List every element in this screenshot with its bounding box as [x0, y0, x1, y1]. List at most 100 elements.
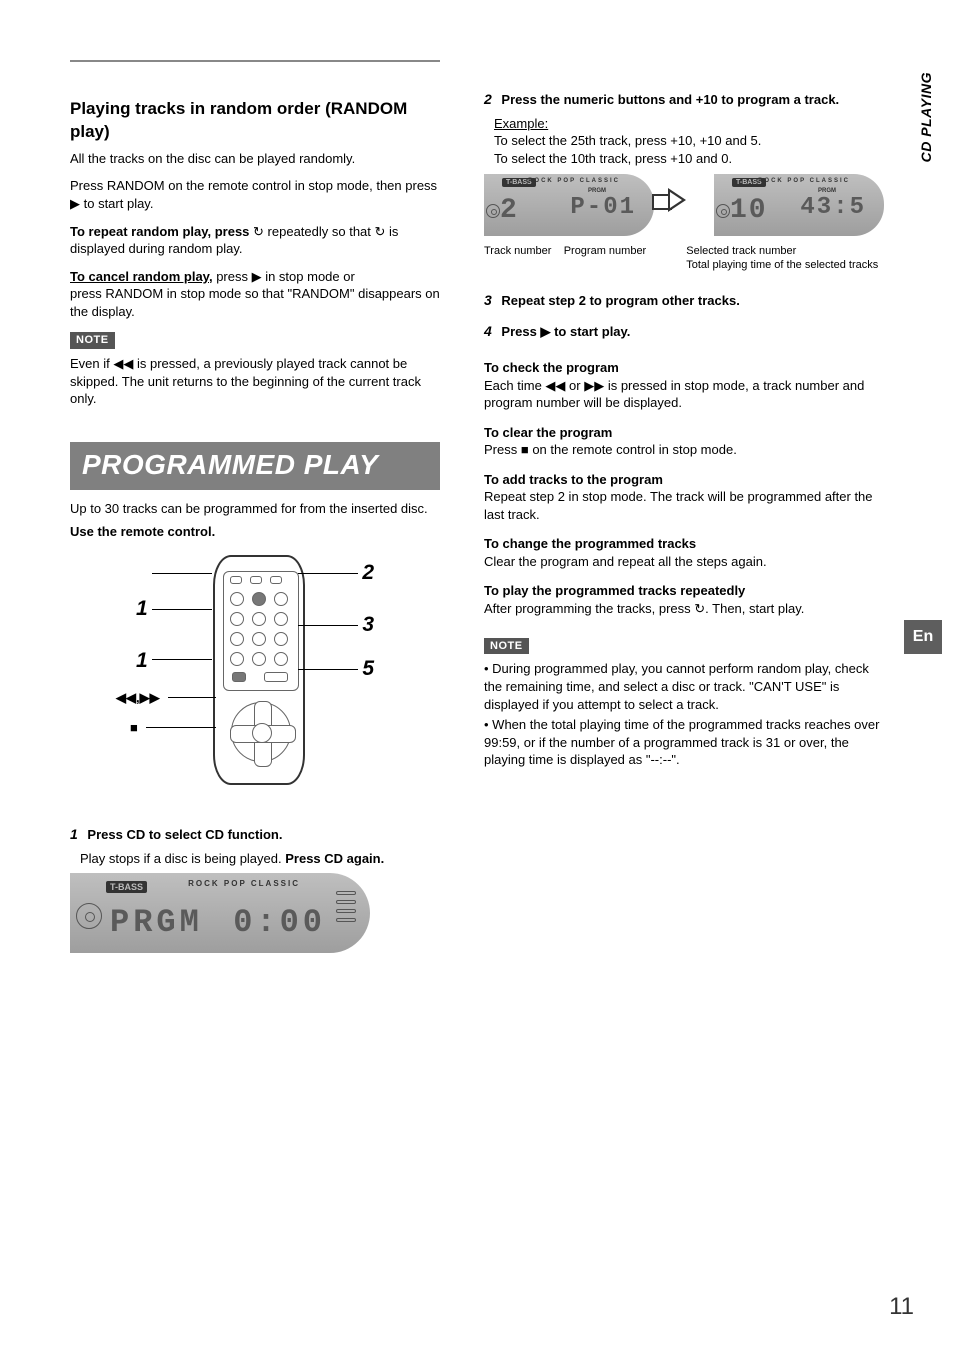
eq-labels: ROCK POP CLASSIC	[528, 177, 620, 185]
remote-num-button	[252, 632, 266, 646]
note-body: Even if ◀◀ is pressed, a previously play…	[70, 355, 448, 408]
callout-lead	[298, 573, 358, 574]
repeat-icon-inline: ↻	[253, 224, 268, 239]
check-title: To check the program	[484, 359, 884, 377]
rewind-icon-inline: ◀◀	[545, 378, 565, 393]
ffwd-icon-inline: ▶▶	[584, 378, 604, 393]
step-1b: Play stops if a disc is being played.	[80, 851, 282, 866]
callout-3: 3	[362, 611, 374, 639]
note2-li2: When the total playing time of the progr…	[484, 717, 879, 767]
page: CD PLAYING En Playing tracks in random o…	[0, 0, 954, 1351]
tbass-indicator: T-BASS	[106, 881, 147, 893]
step-2-text: Press the numeric buttons and +10 to pro…	[501, 92, 839, 107]
lcd-track: 2	[500, 192, 519, 230]
remote-dpad	[231, 702, 291, 762]
eq-labels: ROCK POP CLASSIC	[188, 879, 300, 890]
lcd-row: T-BASS ROCK POP CLASSIC PRGM 2 P-01 T-BA…	[484, 174, 884, 236]
note-label: NOTE	[70, 332, 115, 349]
remote-cd-button	[232, 672, 246, 682]
add-body: Repeat step 2 in stop mode. The track wi…	[484, 488, 884, 523]
random-repeat: To repeat random play, press ↻ repeatedl…	[70, 223, 448, 258]
callout-1b: 1	[136, 647, 148, 675]
repeat-indicator-icon: ↻	[375, 224, 390, 239]
play-icon-inline: ▶	[540, 324, 550, 339]
remote-mode-button	[230, 576, 242, 584]
lcd-small-left: T-BASS ROCK POP CLASSIC PRGM 2 P-01	[484, 174, 654, 236]
note-label: NOTE	[484, 638, 529, 655]
callout-lead	[146, 727, 216, 728]
remote-num-button	[252, 612, 266, 626]
repeat-body: After programming the tracks, press ↻. T…	[484, 600, 884, 618]
disc-icon	[76, 903, 102, 929]
add-title: To add tracks to the program	[484, 471, 884, 489]
random-play-set: Press RANDOM on the remote control in st…	[70, 177, 448, 212]
prog-remote: Use the remote control.	[70, 523, 448, 541]
remote-button-grid	[223, 571, 299, 691]
arrow-wrapper	[664, 190, 704, 220]
lcd-time: 0:00	[233, 901, 326, 944]
lcd-main: PRGM	[110, 901, 203, 944]
callout-lead	[298, 669, 358, 670]
remote-num-button	[274, 612, 288, 626]
caption-left: Track number Program number	[484, 244, 646, 274]
callout-2: 2	[362, 559, 374, 587]
remote-num-button	[252, 652, 266, 666]
lcd-captions: Track number Program number Selected tra…	[484, 244, 884, 274]
change-body: Clear the program and repeat all the ste…	[484, 553, 884, 571]
remote-body	[213, 555, 305, 785]
remote-illustration: 2 1 3 1 5 ◀◀,▶▶ ■	[70, 555, 448, 815]
remote-play-button	[252, 723, 272, 743]
stop-icon-inline: ■	[521, 442, 529, 457]
note-block: NOTE	[70, 330, 448, 349]
step-1-sub: Play stops if a disc is being played. Pr…	[70, 850, 448, 868]
rewind-icon-inline: ◀◀	[113, 356, 133, 371]
cap-l2: Selected track number	[686, 245, 796, 257]
lcd-prognum: P-01	[570, 192, 636, 224]
random-cancel-body2: press RANDOM in stop mode so that "RANDO…	[70, 286, 440, 319]
section-tab: CD PLAYING	[917, 72, 936, 162]
cap-l1: Track number	[484, 245, 551, 257]
note2: NOTE	[484, 636, 884, 655]
lcd-bars	[336, 891, 356, 927]
two-column-layout: Playing tracks in random order (RANDOM p…	[70, 90, 884, 953]
disc-icon	[486, 204, 500, 218]
lcd-totaltime: 43:5	[800, 192, 866, 224]
random-cancel-body: press ▶ in stop mode or	[216, 269, 355, 284]
random-cancel: To cancel random play, press ▶ in stop m…	[70, 268, 448, 321]
cap-r1: Program number	[564, 245, 647, 257]
remote-num-button	[274, 632, 288, 646]
remote-num-button	[274, 592, 288, 606]
callout-stop-icon: ■	[130, 719, 138, 737]
callout-lead	[152, 609, 212, 610]
step-num: 3	[484, 292, 492, 308]
disc-icon	[716, 204, 730, 218]
random-repeat-body1: repeatedly so that	[268, 224, 371, 239]
remote-num-button	[274, 652, 288, 666]
step-num: 2	[484, 91, 492, 107]
step-3: 3 Repeat step 2 to program other tracks.	[484, 291, 884, 310]
prog-intro: Up to 30 tracks can be programmed for fr…	[70, 500, 448, 518]
remote-mode-button	[270, 576, 282, 584]
lcd-track: 10	[730, 192, 768, 230]
step-2-example: Example: To select the 25th track, press…	[484, 115, 884, 168]
check-body: Each time ◀◀ or ▶▶ is pressed in stop mo…	[484, 377, 884, 412]
random-set-tail: to start play.	[84, 196, 154, 211]
callout-lead	[152, 659, 212, 660]
random-cancel-lead: To cancel random play,	[70, 269, 213, 284]
lcd-prgm: T-BASS ROCK POP CLASSIC PRGM 0:00	[70, 873, 370, 953]
step-num: 4	[484, 323, 492, 339]
remote-num-button	[230, 612, 244, 626]
callout-lead	[168, 697, 216, 698]
step-1-text: Press CD to select CD function.	[87, 827, 282, 842]
repeat-title: To play the programmed tracks repeatedly	[484, 582, 884, 600]
lcd-small-right: T-BASS ROCK POP CLASSIC PRGM 10 43:5	[714, 174, 884, 236]
random-repeat-title: To repeat random play, press	[70, 224, 249, 239]
example-line-1: To select the 25th track, press +10, +10…	[494, 133, 761, 148]
note2-li1: During programmed play, you cannot perfo…	[484, 661, 869, 711]
note2-item: • When the total playing time of the pro…	[484, 716, 884, 769]
caption-right: Selected track number Total playing time…	[686, 244, 878, 274]
step-num: 1	[70, 826, 78, 842]
step-1b-bold: Press CD again.	[285, 851, 384, 866]
step-3-text: Repeat step 2 to program other tracks.	[501, 293, 739, 308]
change-title: To change the programmed tracks	[484, 535, 884, 553]
